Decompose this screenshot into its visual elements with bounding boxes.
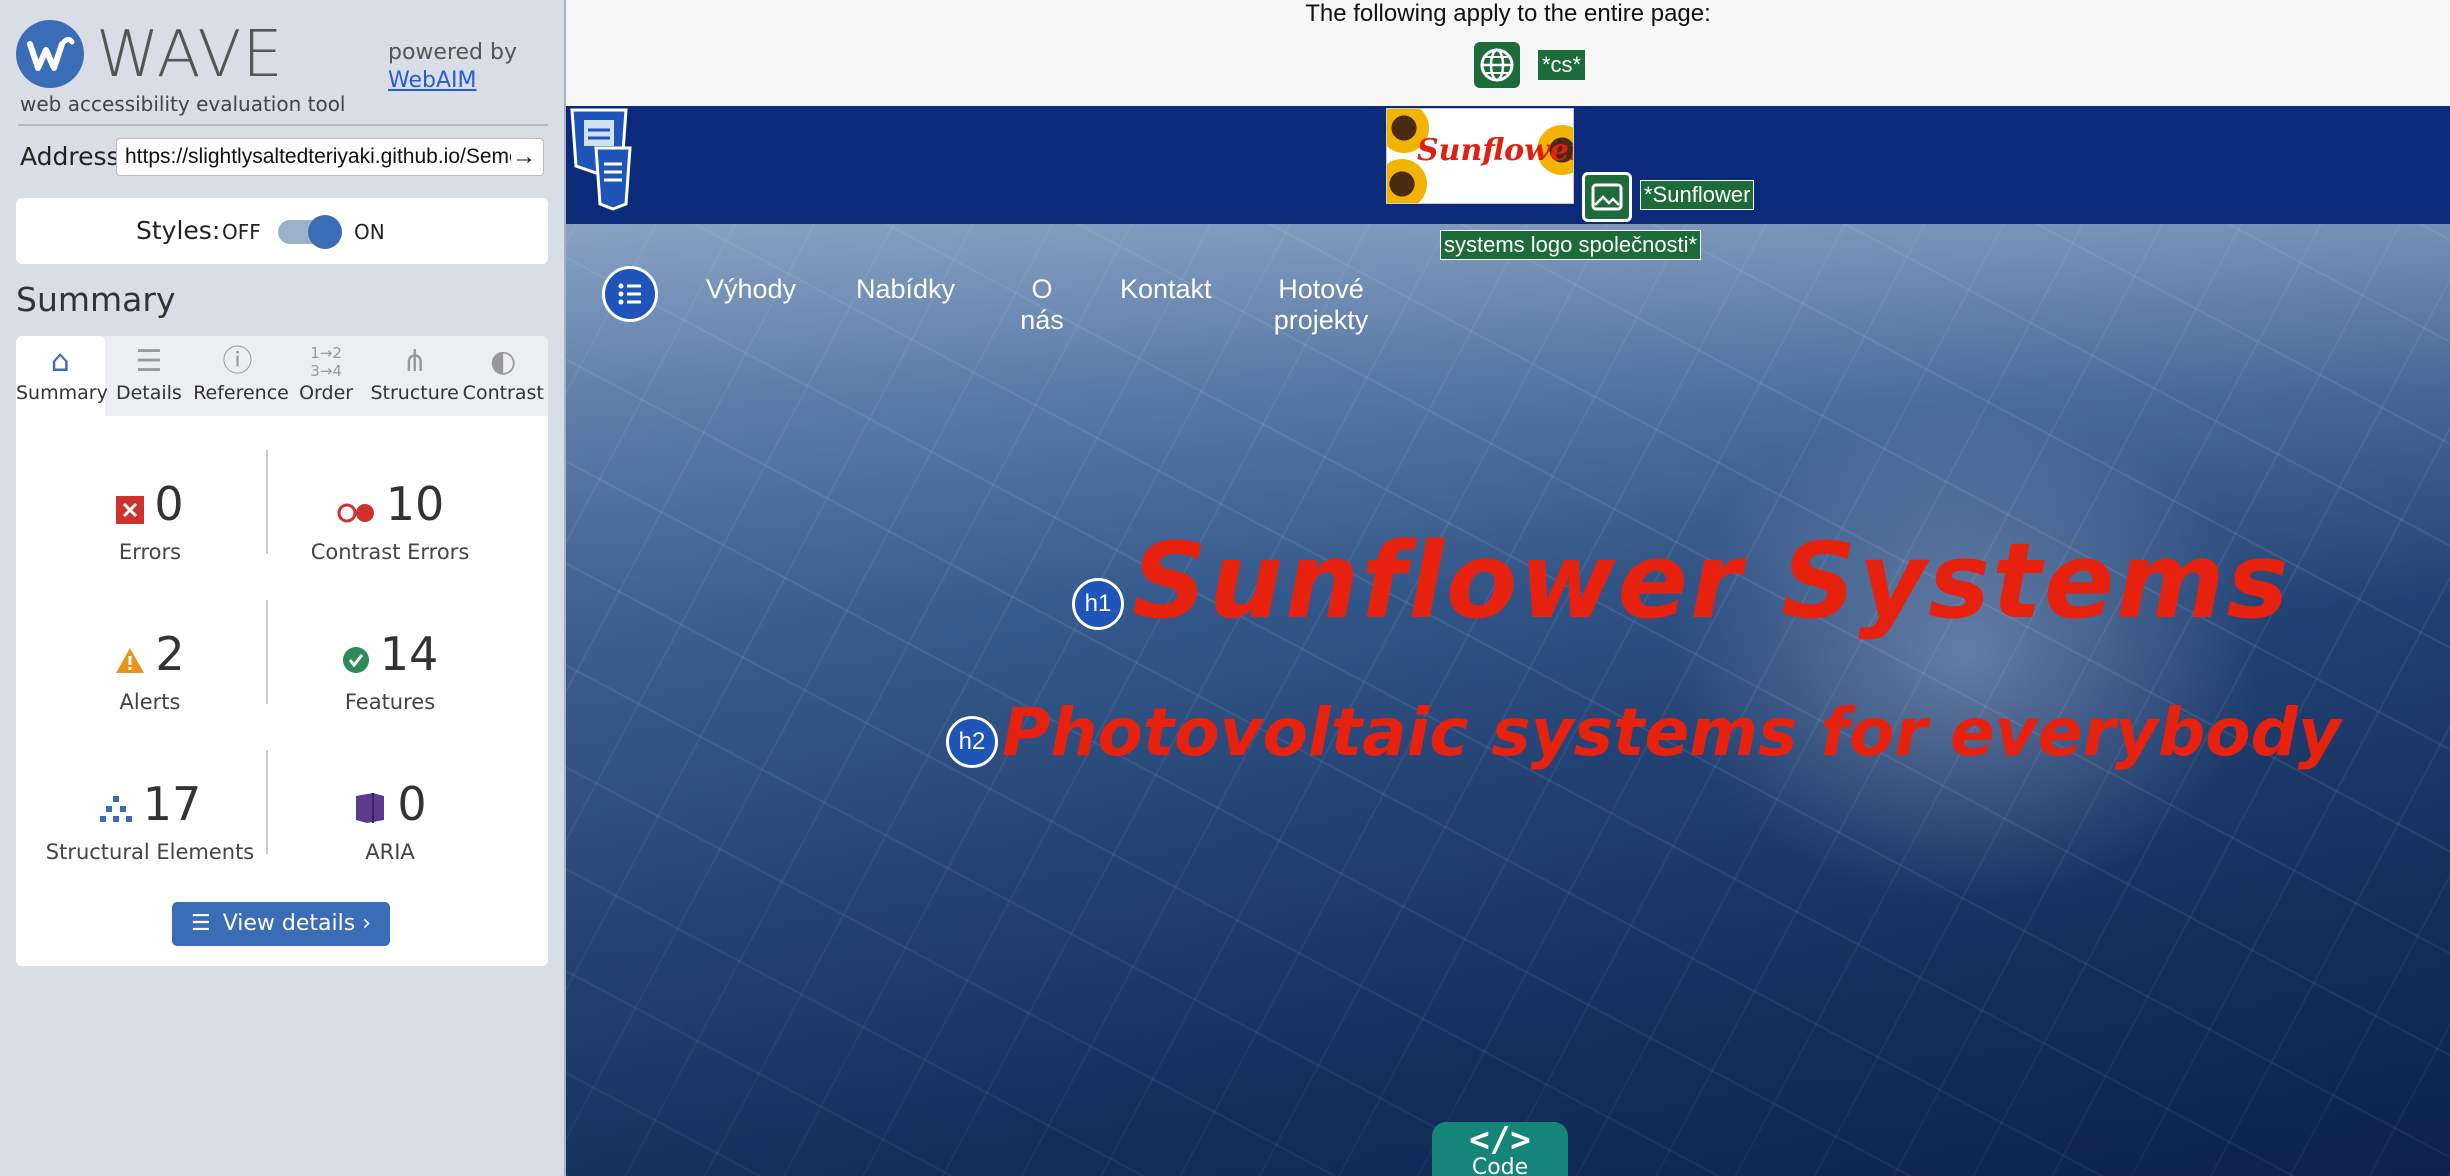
contrast-errors-label: Contrast Errors <box>310 539 470 564</box>
tab-label: Reference <box>193 382 289 404</box>
wave-tabs: ⌂ Summary ☰ Details ⓘ Reference 1→2 3→4 O… <box>16 336 548 416</box>
logo-text: Sunflower <box>1417 133 1574 168</box>
nav-o-nas[interactable]: O nás <box>1012 274 1072 336</box>
divider <box>266 450 268 554</box>
home-icon: ⌂ <box>50 344 70 379</box>
styles-toggle-box: Styles: OFF ON <box>16 198 548 264</box>
styles-on-label: ON <box>354 220 385 244</box>
tab-label: Summary <box>16 382 108 404</box>
tab-label: Details <box>115 382 182 404</box>
code-icon: </> <box>1469 1120 1531 1160</box>
features-label: Features <box>344 689 436 714</box>
features-stat[interactable]: 14 Features <box>280 626 500 714</box>
divider <box>266 750 268 854</box>
aria-count: 0 <box>397 777 427 831</box>
image-alt-icon[interactable] <box>1582 172 1632 222</box>
alerts-stat[interactable]: 2 Alerts <box>40 626 260 714</box>
view-details-label: View details › <box>222 911 372 936</box>
nav-nabidky[interactable]: Nabídky <box>856 274 955 305</box>
list-icon: ☰ <box>135 344 163 379</box>
nav-list-icon[interactable] <box>602 266 658 322</box>
go-arrow-icon[interactable]: → <box>511 139 537 175</box>
errors-label: Errors <box>118 539 182 564</box>
css-file-icon[interactable] <box>570 108 632 212</box>
alerts-count: 2 <box>155 627 185 681</box>
webaim-link[interactable]: WebAIM <box>388 68 476 93</box>
structure-icon: ⋔ <box>402 344 428 379</box>
tab-reference[interactable]: ⓘ Reference <box>193 336 289 416</box>
contrast-errors-count: 10 <box>385 477 445 531</box>
features-count: 14 <box>379 627 439 681</box>
contrast-icon: ◐ <box>490 344 517 379</box>
structural-elements-stat[interactable]: 17 Structural Elements <box>40 776 260 864</box>
aria-stat[interactable]: 0 ARIA <box>280 776 500 864</box>
logo-alt-text: *Sunflower <box>1640 180 1755 210</box>
summary-heading: Summary <box>16 280 176 319</box>
errors-count: 0 <box>154 477 184 531</box>
styles-off-label: OFF <box>222 220 261 244</box>
wave-sidebar: WAVE web accessibility evaluation tool p… <box>0 0 566 1176</box>
tab-summary[interactable]: ⌂ Summary <box>16 336 108 416</box>
evaluated-page: The following apply to the entire page: … <box>566 0 2450 1176</box>
company-logo-image: Sunflower <box>1386 108 1574 204</box>
nav-vyhody[interactable]: Výhody <box>706 274 796 305</box>
contrast-errors-stat[interactable]: 10 Contrast Errors <box>280 476 500 564</box>
structural-count: 17 <box>142 777 202 831</box>
tab-structure[interactable]: ⋔ Structure <box>370 336 459 416</box>
alert-icon <box>115 630 145 686</box>
error-icon <box>116 480 145 536</box>
divider <box>266 600 268 704</box>
globe-icon[interactable] <box>1474 42 1520 88</box>
styles-label: Styles: <box>136 216 221 245</box>
wave-logo-icon <box>16 20 84 88</box>
wave-subtitle: web accessibility evaluation tool <box>20 92 346 116</box>
view-details-button[interactable]: ☰ View details › <box>172 902 390 946</box>
tab-details[interactable]: ☰ Details <box>105 336 194 416</box>
logo-alt-text-cont: systems logo společnosti* <box>1440 230 1702 260</box>
feature-check-icon <box>342 630 370 686</box>
h1-badge-icon[interactable]: h1 <box>1072 578 1124 630</box>
address-label: Address: <box>20 142 128 171</box>
page-h2: Photovoltaic systems for everybody <box>1002 694 2341 771</box>
code-tab-button[interactable]: </> Code <box>1432 1122 1568 1176</box>
wave-title: WAVE <box>96 18 284 92</box>
tab-label: Contrast <box>462 382 544 404</box>
powered-by-text: powered by <box>388 40 517 65</box>
aria-cube-icon <box>353 780 387 836</box>
info-icon: ⓘ <box>222 344 253 379</box>
nav-hotove-projekty[interactable]: Hotové projekty <box>1266 274 1376 336</box>
apply-text: The following apply to the entire page: <box>1305 0 1711 27</box>
address-input[interactable]: https://slightlysaltedteriyaki.github.io… <box>116 138 544 176</box>
list-icon: ☰ <box>190 911 211 936</box>
language-tag: *cs* <box>1538 50 1586 80</box>
hero-glare <box>1666 404 2266 904</box>
tab-contrast[interactable]: ◐ Contrast <box>459 336 548 416</box>
errors-stat[interactable]: 0 Errors <box>40 476 260 564</box>
structure-icon <box>99 780 133 836</box>
address-value: https://slightlysaltedteriyaki.github.io… <box>125 145 521 168</box>
code-tab-label: Code <box>1471 1155 1529 1176</box>
order-icon: 1→2 3→4 <box>310 344 342 380</box>
page-h1: Sunflower Systems <box>1132 520 2291 642</box>
page-wide-bar: The following apply to the entire page: … <box>566 0 2450 106</box>
contrast-error-icon <box>336 480 376 536</box>
styles-toggle-knob[interactable] <box>308 215 342 249</box>
structural-label: Structural Elements <box>45 839 255 864</box>
nav-kontakt[interactable]: Kontakt <box>1120 274 1212 305</box>
divider <box>18 124 548 126</box>
alerts-label: Alerts <box>119 689 181 714</box>
tab-order[interactable]: 1→2 3→4 Order <box>282 336 371 416</box>
summary-panel: 0 Errors 10 Contrast Errors 2 Alerts 14 … <box>16 416 548 966</box>
tab-label: Structure <box>370 382 459 404</box>
aria-label: ARIA <box>365 839 415 864</box>
h2-badge-icon[interactable]: h2 <box>946 716 998 768</box>
tab-label: Order <box>299 382 354 404</box>
